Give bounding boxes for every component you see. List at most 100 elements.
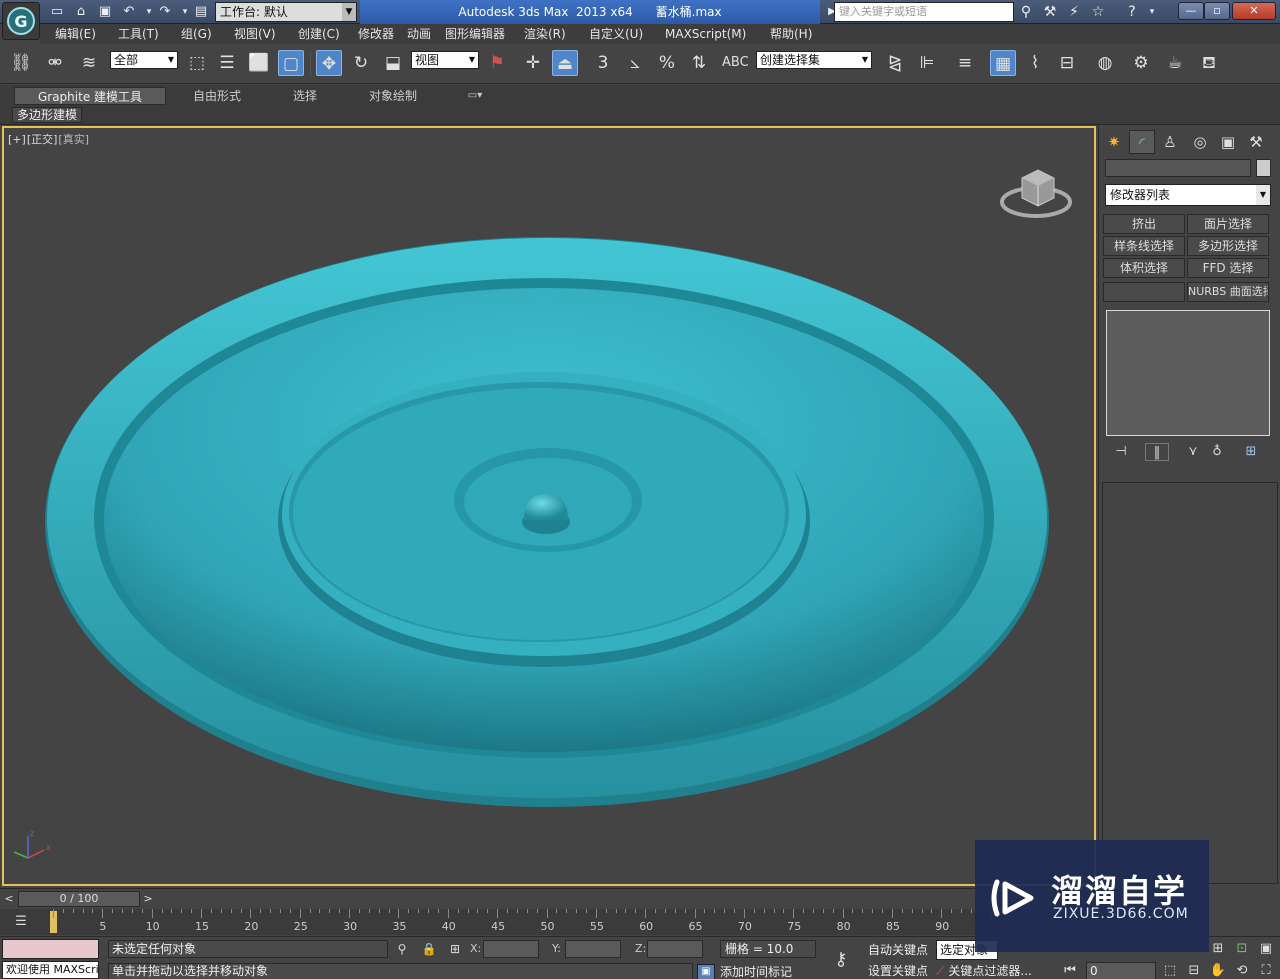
tab-selection[interactable]: 选择 (268, 87, 342, 105)
menu-animation[interactable]: 动画 (407, 26, 431, 42)
minimize-button[interactable]: — (1178, 2, 1204, 20)
object-color-swatch[interactable] (1256, 159, 1271, 177)
material-editor-icon[interactable]: ◍ (1092, 50, 1118, 76)
rectangular-selection-icon[interactable]: ⬜ (246, 50, 272, 76)
field-of-view-icon[interactable]: ▣ (1256, 940, 1276, 958)
poly-select-button[interactable]: 多边形选择 (1187, 236, 1269, 256)
time-slider-thumb[interactable]: 0 / 100 (18, 891, 140, 907)
zoom-extents-icon[interactable]: ⊡ (1232, 940, 1252, 958)
modifier-list-dropdown[interactable]: 修改器列表 ▼ (1105, 184, 1271, 206)
selection-filter-dropdown[interactable]: 全部 ▼ (110, 51, 178, 69)
workspace-select[interactable]: 工作台: 默认 ▼ (215, 2, 357, 22)
ffd-select-button[interactable]: FFD 选择 (1187, 258, 1269, 278)
menu-rendering[interactable]: 渲染(R) (524, 26, 566, 42)
menu-group[interactable]: 组(G) (181, 26, 212, 42)
menu-edit[interactable]: 编辑(E) (55, 26, 96, 42)
select-and-move-icon[interactable]: ✥ (316, 50, 342, 76)
time-slider[interactable]: < 0 / 100 > (0, 888, 1000, 908)
communication-center-icon[interactable]: ⚡ (1064, 2, 1084, 22)
align-icon[interactable]: ⊫ (914, 50, 940, 76)
bind-space-warp-icon[interactable]: ≋ (76, 50, 102, 76)
favorites-star-icon[interactable]: ☆ (1088, 2, 1108, 22)
spline-select-button[interactable]: 样条线选择 (1103, 236, 1185, 256)
select-and-manipulate-icon[interactable]: ✛ (520, 50, 546, 76)
select-by-name-icon[interactable]: ☰ (214, 50, 240, 76)
vol-select-button[interactable]: 体积选择 (1103, 258, 1185, 278)
time-slider-prev[interactable]: < (2, 891, 16, 907)
maxscript-mini-listener[interactable]: 欢迎使用 MAXScri (2, 961, 99, 979)
orbit-icon[interactable]: ⟲ (1232, 962, 1252, 979)
select-and-scale-icon[interactable]: ⬓ (380, 50, 406, 76)
patch-select-button[interactable]: 面片选择 (1187, 214, 1269, 234)
z-coordinate-field[interactable] (647, 940, 703, 958)
menu-tools[interactable]: 工具(T) (118, 26, 159, 42)
menu-help[interactable]: 帮助(H) (770, 26, 812, 42)
undo-icon[interactable]: ↶ (120, 3, 138, 21)
new-file-icon[interactable]: ▭ (48, 3, 66, 21)
y-coordinate-field[interactable] (565, 940, 621, 958)
spinner-snap-icon[interactable]: ⇅ (686, 50, 712, 76)
water-bucket-lid-model[interactable] (4, 128, 1094, 884)
motion-panel-tab[interactable]: ◎ (1187, 130, 1213, 154)
show-end-result-icon[interactable]: ‖ (1145, 443, 1169, 461)
object-name-field[interactable] (1105, 159, 1251, 177)
display-panel-tab[interactable]: ▣ (1215, 130, 1241, 154)
extrude-button[interactable]: 挤出 (1103, 214, 1185, 234)
region-zoom-icon[interactable]: ⊟ (1184, 962, 1204, 979)
menu-views[interactable]: 视图(V) (234, 26, 276, 42)
track-bar[interactable]: ☰ 5 10 15 20 25 30 35 40 45 50 55 60 65 70 75 80 85 90 (0, 909, 1000, 935)
create-panel-tab[interactable]: ✷ (1101, 130, 1127, 154)
zoom-region-icon[interactable]: ⬚ (1160, 962, 1180, 979)
schematic-view-icon[interactable]: ⊟ (1054, 50, 1080, 76)
curve-editor-icon[interactable]: ⌇ (1022, 50, 1048, 76)
mini-curve-editor-icon[interactable]: ☰ (10, 913, 32, 931)
time-tag-icon[interactable]: ▣ (697, 964, 715, 979)
maxscript-listener-input[interactable] (2, 939, 99, 959)
set-key-button[interactable]: 设置关键点 (865, 962, 931, 979)
keyboard-shortcut-override-icon[interactable]: ⏏ (552, 50, 578, 76)
zoom-extents-all-icon[interactable]: ⊞ (1208, 940, 1228, 958)
hierarchy-panel-tab[interactable]: ♙ (1157, 130, 1183, 154)
menu-create[interactable]: 创建(C) (298, 26, 340, 42)
app-menu-button[interactable]: G (2, 2, 40, 40)
percent-snap-icon[interactable]: % (654, 50, 680, 76)
tab-object-paint[interactable]: 对象绘制 (356, 87, 430, 105)
help-dropdown-icon[interactable]: ▾ (1142, 2, 1162, 22)
select-and-rotate-icon[interactable]: ↻ (348, 50, 374, 76)
nurbs-surface-select-button[interactable]: NURBS 曲面选择 (1187, 282, 1269, 302)
tab-freeform[interactable]: 自由形式 (180, 87, 254, 105)
open-file-icon[interactable]: ⌂ (72, 3, 90, 21)
configure-modifier-sets-icon[interactable]: ⊞ (1239, 443, 1263, 461)
edit-named-selection-icon[interactable]: ABC (722, 50, 749, 76)
modifier-stack[interactable] (1106, 310, 1270, 436)
menu-customize[interactable]: 自定义(U) (589, 26, 643, 42)
redo-icon[interactable]: ↷ (156, 3, 174, 21)
project-folder-icon[interactable]: ▤ (192, 3, 210, 21)
maximize-button[interactable]: ▫ (1204, 2, 1230, 20)
mirror-icon[interactable]: ⧎ (882, 50, 908, 76)
maximize-viewport-icon[interactable]: ⛶ (1256, 962, 1276, 979)
window-crossing-icon[interactable]: ▢ (278, 50, 304, 76)
go-to-start-icon[interactable]: ⏮ (1060, 962, 1080, 979)
menu-graph-editors[interactable]: 图形编辑器 (445, 26, 505, 42)
angle-snap-icon[interactable]: ⦣ (622, 50, 648, 76)
make-unique-icon[interactable]: ⋎ (1181, 443, 1205, 461)
x-coordinate-field[interactable] (483, 940, 539, 958)
snaps-toggle-icon[interactable]: 3 (590, 50, 616, 76)
ribbon-options-icon[interactable]: ▭▾ (460, 87, 490, 105)
rendered-frame-window-icon[interactable]: ☕ (1162, 50, 1188, 76)
key-filters-button[interactable]: ⟋ 关键点过滤器... (936, 962, 1048, 979)
modify-panel-tab[interactable]: ◜ (1129, 130, 1155, 154)
pivot-center-icon[interactable]: ⚑ (484, 50, 510, 76)
empty-modifier-button[interactable] (1103, 282, 1185, 302)
layer-manager-icon[interactable]: ≡ (952, 50, 978, 76)
unlink-icon[interactable]: ⚮ (42, 50, 68, 76)
pan-icon[interactable]: ✋ (1208, 962, 1228, 979)
render-setup-icon[interactable]: ⚙ (1128, 50, 1154, 76)
selection-lock-icon[interactable]: 🔒 (420, 940, 438, 958)
add-time-tag-button[interactable]: 添加时间标记 (720, 964, 792, 979)
help-icon[interactable]: ? (1122, 2, 1142, 22)
search-input[interactable]: 键入关键字或短语 (834, 2, 1014, 22)
tab-graphite-modeling[interactable]: Graphite 建模工具 (14, 87, 166, 105)
reference-coordinate-dropdown[interactable]: 视图 ▼ (411, 51, 479, 69)
